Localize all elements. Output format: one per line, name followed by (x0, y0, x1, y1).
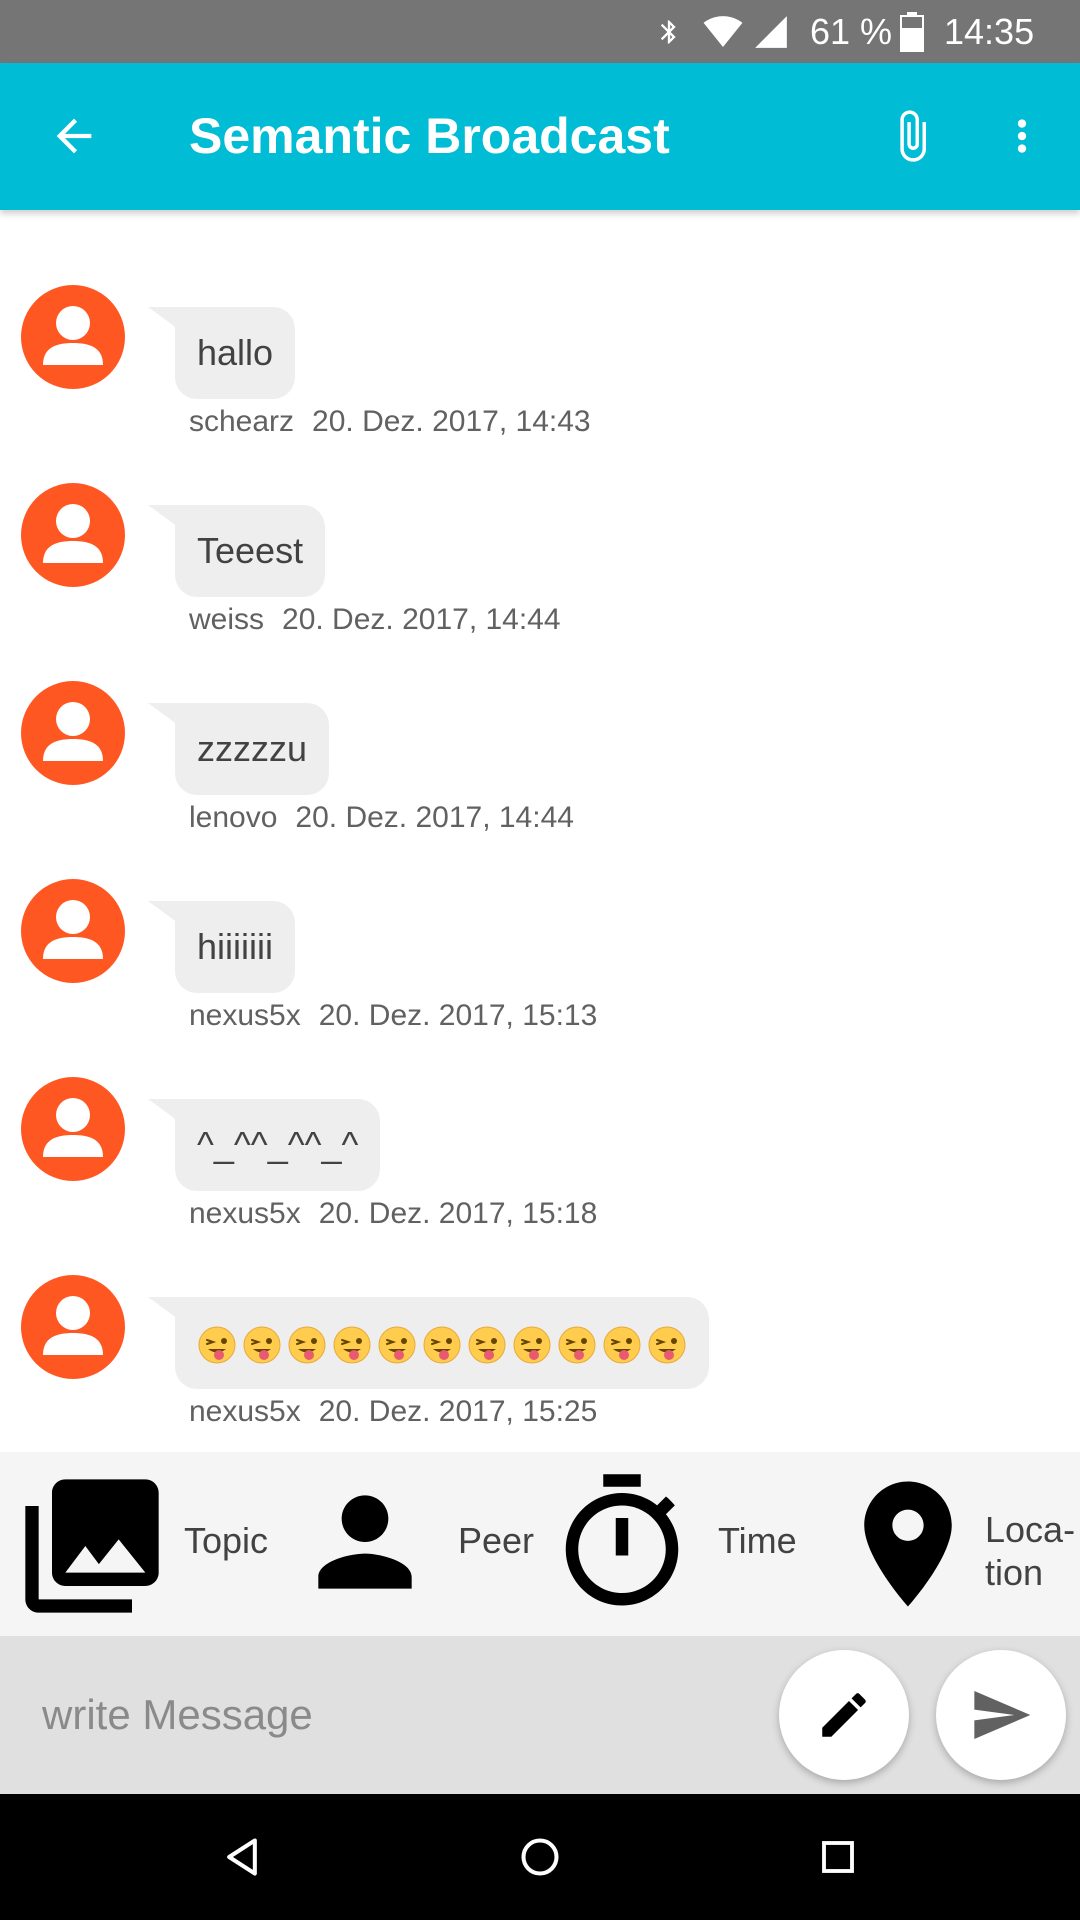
cell-signal-icon (752, 0, 790, 63)
location-label-line2: tion (985, 1552, 1044, 1593)
battery-icon (900, 0, 924, 63)
battery-percent: 61 % (810, 11, 893, 52)
message-input[interactable] (42, 1680, 742, 1750)
sender-name: nexus5x (189, 1395, 301, 1428)
bubble-tail (148, 703, 178, 725)
avatar[interactable] (21, 681, 125, 785)
attach-button[interactable] (872, 96, 952, 176)
navigation-bar (0, 1794, 1080, 1920)
send-icon (974, 1691, 1031, 1739)
message-bubble[interactable]: Teeest (175, 505, 326, 597)
winking-tongue-emoji-icon (198, 1326, 236, 1364)
arrow-back-icon (56, 118, 92, 154)
more-options-button[interactable] (982, 96, 1062, 176)
winking-tongue-emoji-icon (603, 1326, 641, 1364)
avatar[interactable] (21, 285, 125, 389)
app-bar: Semantic Broadcast (0, 63, 1080, 210)
nav-back-button[interactable] (202, 1817, 282, 1897)
edit-button[interactable] (779, 1650, 909, 1780)
topic-filter-button[interactable]: Topic (0, 1452, 285, 1636)
winking-tongue-emoji-icon (243, 1326, 281, 1364)
list-item[interactable]: hallo schearz 20. Dez. 2017, 14:43 (0, 210, 1080, 438)
person-icon (318, 1495, 412, 1589)
winking-tongue-emoji-icon (648, 1326, 686, 1364)
winking-tongue-emoji-icon (513, 1326, 551, 1364)
message-bubble[interactable] (175, 1297, 709, 1389)
avatar[interactable] (21, 1077, 125, 1181)
location-filter-button[interactable]: Loca- tion (815, 1452, 1080, 1636)
avatar[interactable] (21, 1275, 125, 1379)
message-time: 20. Dez. 2017, 15:25 (318, 1395, 598, 1428)
list-item[interactable]: Teeest weiss 20. Dez. 2017, 14:44 (0, 408, 1080, 636)
send-button[interactable] (936, 1650, 1066, 1780)
nav-back-icon (227, 1838, 257, 1876)
winking-tongue-emoji-icon (468, 1326, 506, 1364)
avatar[interactable] (21, 879, 125, 983)
emoji-row (197, 1325, 687, 1365)
time-label: Time (718, 1520, 797, 1561)
message-bubble[interactable]: zzzzzu (175, 703, 330, 795)
location-label: Loca- tion (985, 1508, 1075, 1594)
bubble-tail (148, 505, 178, 527)
nav-recents-icon (822, 1841, 854, 1873)
topic-label: Topic (184, 1520, 269, 1561)
peer-label: Peer (458, 1520, 535, 1561)
avatar[interactable] (21, 483, 125, 587)
message-bubble[interactable]: hallo (175, 307, 296, 399)
message-bubble[interactable]: hiiiiiii (175, 901, 296, 993)
filter-bar: Topic Peer Time Loca- tion (0, 1452, 1080, 1636)
page-title: Semantic Broadcast (189, 108, 670, 164)
bubble-tail (148, 1297, 178, 1319)
bubble-tail (148, 307, 178, 329)
list-item[interactable]: zzzzzu lenovo 20. Dez. 2017, 14:44 (0, 606, 1080, 834)
list-item[interactable]: hiiiiiii nexus5x 20. Dez. 2017, 15:13 (0, 804, 1080, 1032)
wifi-icon (700, 0, 746, 63)
more-vert-icon (1017, 119, 1027, 153)
nav-home-button[interactable] (500, 1817, 580, 1897)
location-label-line1: Loca- (985, 1509, 1076, 1550)
photo-library-icon (25, 1479, 159, 1613)
back-button[interactable] (34, 96, 114, 176)
location-pin-icon (864, 1481, 952, 1607)
bubble-tail (148, 901, 178, 923)
nav-recents-button[interactable] (798, 1817, 878, 1897)
winking-tongue-emoji-icon (558, 1326, 596, 1364)
time-filter-button[interactable]: Time (545, 1452, 815, 1636)
timer-icon (565, 1474, 679, 1606)
composer-bar (0, 1636, 1080, 1794)
status-bar: 61 % 14:35 (0, 0, 1080, 63)
status-time: 14:35 (944, 11, 1035, 52)
pencil-icon (822, 1693, 866, 1737)
paperclip-icon (900, 110, 926, 162)
message-meta: nexus5x 20. Dez. 2017, 15:25 (189, 1395, 597, 1429)
winking-tongue-emoji-icon (333, 1326, 371, 1364)
message-list[interactable]: hallo schearz 20. Dez. 2017, 14:43 Teeest… (0, 210, 1080, 1452)
peer-filter-button[interactable]: Peer (285, 1452, 545, 1636)
bubble-tail (148, 1099, 178, 1121)
list-item[interactable]: nexus5x 20. Dez. 2017, 15:25 (0, 1200, 1080, 1428)
list-item[interactable]: ^_^^_^^_^ nexus5x 20. Dez. 2017, 15:18 (0, 1002, 1080, 1230)
bluetooth-icon (655, 0, 683, 63)
winking-tongue-emoji-icon (378, 1326, 416, 1364)
nav-home-icon (521, 1838, 559, 1876)
winking-tongue-emoji-icon (423, 1326, 461, 1364)
message-bubble[interactable]: ^_^^_^^_^ (175, 1099, 381, 1191)
winking-tongue-emoji-icon (288, 1326, 326, 1364)
